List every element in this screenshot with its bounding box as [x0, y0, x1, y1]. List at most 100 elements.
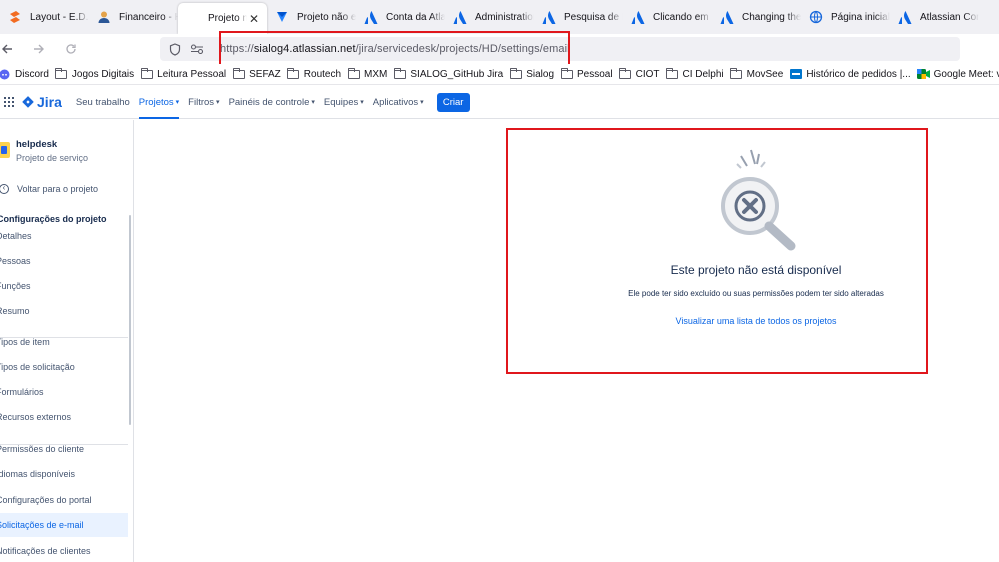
- browser-tab[interactable]: Layout - E.D.I: [0, 0, 89, 34]
- bookmark-label: Jogos Digitais: [71, 68, 135, 80]
- chevron-down-icon: ▾: [175, 99, 180, 106]
- jira-menu-aplicativos[interactable]: Aplicativos ▾: [373, 86, 424, 119]
- permissions-icon[interactable]: [188, 40, 206, 58]
- chevron-down-icon: ▾: [360, 99, 364, 106]
- url-text[interactable]: https://sialog4.atlassian.net/jira/servi…: [220, 43, 570, 55]
- jira-menu-pain-is-de-controle[interactable]: Painéis de controle ▾: [229, 86, 315, 119]
- browser-tab[interactable]: Página inicial -: [801, 0, 890, 34]
- sidebar-scrollbar[interactable]: [129, 215, 131, 425]
- forward-arrow-icon[interactable]: [26, 37, 52, 61]
- discord-icon: [0, 69, 11, 80]
- folder-icon: [232, 67, 245, 80]
- jira-icon: [22, 96, 34, 108]
- sidebar-item[interactable]: Pessoas: [0, 249, 128, 273]
- jira-top-nav: Jira Seu trabalho Projetos ▾ Filtros ▾ Painéi…: [0, 86, 999, 119]
- tab-title: Clicando em u: [653, 11, 712, 23]
- s-brand-icon: [7, 9, 23, 25]
- empty-state-title: Este projeto não está disponível: [670, 263, 842, 277]
- sidebar-item[interactable]: Tipos de solicitação: [0, 355, 128, 379]
- browser-tab[interactable]: Projeto não en: [267, 0, 356, 34]
- jira-menu-seu-trabalho[interactable]: Seu trabalho: [76, 86, 130, 119]
- browser-tab[interactable]: Financeiro - Help: [89, 0, 178, 34]
- browser-tab[interactable]: Changing the p: [712, 0, 801, 34]
- sidebar-item[interactable]: Formulários: [0, 380, 128, 404]
- bookmark-label: SIALOG_GitHub Jira: [410, 68, 504, 80]
- jira-wordmark: Jira: [37, 94, 62, 110]
- bookmark-item[interactable]: SEFAZ: [232, 67, 281, 80]
- atlassian-icon: [897, 9, 913, 25]
- tab-title: Conta da Atlas: [386, 11, 445, 23]
- address-bar[interactable]: https://sialog4.atlassian.net/jira/servi…: [160, 37, 960, 61]
- jira-menu-label: Seu trabalho: [75, 96, 130, 108]
- view-all-projects-link[interactable]: Visualizar uma lista de todos os projeto…: [506, 316, 999, 326]
- sidebar-item[interactable]: Solicitações de e-mail: [0, 513, 128, 537]
- bookmark-item[interactable]: Google Meet: videoc...: [916, 69, 999, 80]
- browser-tab[interactable]: Administration: [445, 0, 534, 34]
- tab-title: Financeiro - Help: [119, 11, 178, 23]
- browser-tab-active[interactable]: Projeto não✕: [178, 3, 267, 34]
- sidebar-item[interactable]: Configurações do portal: [0, 488, 128, 512]
- sidebar-item[interactable]: Recursos externos: [0, 405, 128, 429]
- chevron-down-icon: ▾: [420, 99, 424, 106]
- browser-tab[interactable]: Clicando em u: [623, 0, 712, 34]
- project-name: helpdesk: [16, 139, 58, 150]
- jira-menu-equipes[interactable]: Equipes ▾: [324, 86, 364, 119]
- bookmark-item[interactable]: MovSee: [730, 67, 783, 80]
- sidebar-item[interactable]: Idiomas disponíveis: [0, 462, 128, 486]
- jira-menu-projetos[interactable]: Projetos ▾: [138, 86, 180, 119]
- bookmark-item[interactable]: Pessoal: [560, 67, 613, 80]
- bookmark-item[interactable]: Discord: [0, 69, 49, 80]
- project-header[interactable]: helpdesk Projeto de serviço: [0, 139, 88, 163]
- folder-icon: [619, 67, 632, 80]
- folder-icon: [287, 67, 300, 80]
- bookmark-label: MXM: [364, 68, 388, 80]
- google-meet-icon: [916, 69, 930, 80]
- browser-tab[interactable]: Atlassian Comm: [890, 0, 979, 34]
- sidebar-item[interactable]: Funções: [0, 274, 128, 298]
- atlassian-icon: [363, 9, 379, 25]
- folder-icon: [393, 67, 406, 80]
- back-arrow-icon[interactable]: [0, 37, 20, 61]
- bookmark-label: CI Delphi: [682, 68, 724, 80]
- jira-logo[interactable]: Jira: [22, 94, 62, 110]
- atlassian-icon: [630, 9, 646, 25]
- back-arrow-circle-icon: ‹: [0, 184, 9, 194]
- bookmark-item[interactable]: Histórico de pedidos |...: [789, 69, 911, 80]
- tab-title: Página inicial -: [831, 11, 890, 23]
- bookmark-item[interactable]: Routech: [287, 67, 342, 80]
- bookmark-label: Routech: [303, 68, 342, 80]
- sidebar-item[interactable]: Tipos de item: [0, 330, 128, 354]
- bookmark-item[interactable]: CI Delphi: [665, 67, 724, 80]
- jira-menu-filtros[interactable]: Filtros ▾: [188, 86, 219, 119]
- bookmark-item[interactable]: Leitura Pessoal: [140, 67, 227, 80]
- browser-tab-strip: Layout - E.D.IFinanceiro - HelpProjeto n…: [0, 0, 999, 34]
- bookmark-item[interactable]: Jogos Digitais: [55, 67, 135, 80]
- atlassian-icon: [452, 9, 468, 25]
- bookmark-item[interactable]: SIALOG_GitHub Jira: [393, 67, 504, 80]
- back-to-project-link[interactable]: ‹ Voltar para o projeto: [0, 184, 98, 194]
- sidebar-item[interactable]: Notificações de clientes: [0, 539, 128, 562]
- browser-tab[interactable]: Pesquisa de Do: [534, 0, 623, 34]
- shield-icon[interactable]: [166, 40, 184, 58]
- bookmark-label: Discord: [15, 68, 49, 80]
- tab-title: Projeto não en: [297, 11, 356, 23]
- app-switcher-icon[interactable]: [4, 97, 14, 107]
- chevron-down-icon: ▾: [311, 99, 315, 106]
- sidebar-item[interactable]: Detalhes: [0, 224, 128, 248]
- globe-icon: [808, 9, 824, 25]
- reload-icon[interactable]: [58, 37, 84, 61]
- folder-icon: [347, 67, 360, 80]
- chevron-down-icon: ▾: [216, 99, 220, 106]
- browser-tab[interactable]: Conta da Atlas: [356, 0, 445, 34]
- tab-close-icon[interactable]: ✕: [247, 12, 261, 26]
- sidebar-item[interactable]: Resumo: [0, 299, 128, 323]
- sidebar-item[interactable]: Permissões do cliente: [0, 437, 128, 461]
- jira-icon: [274, 9, 290, 25]
- empty-state-description: Ele pode ter sido excluído ou suas permi…: [628, 289, 884, 298]
- bookmark-label: Leitura Pessoal: [157, 68, 227, 80]
- bookmark-item[interactable]: Sialog: [509, 67, 554, 80]
- back-label: Voltar para o projeto: [17, 184, 99, 194]
- create-button[interactable]: Criar: [436, 92, 470, 112]
- bookmark-item[interactable]: MXM: [347, 67, 388, 80]
- bookmark-item[interactable]: CIOT: [619, 67, 659, 80]
